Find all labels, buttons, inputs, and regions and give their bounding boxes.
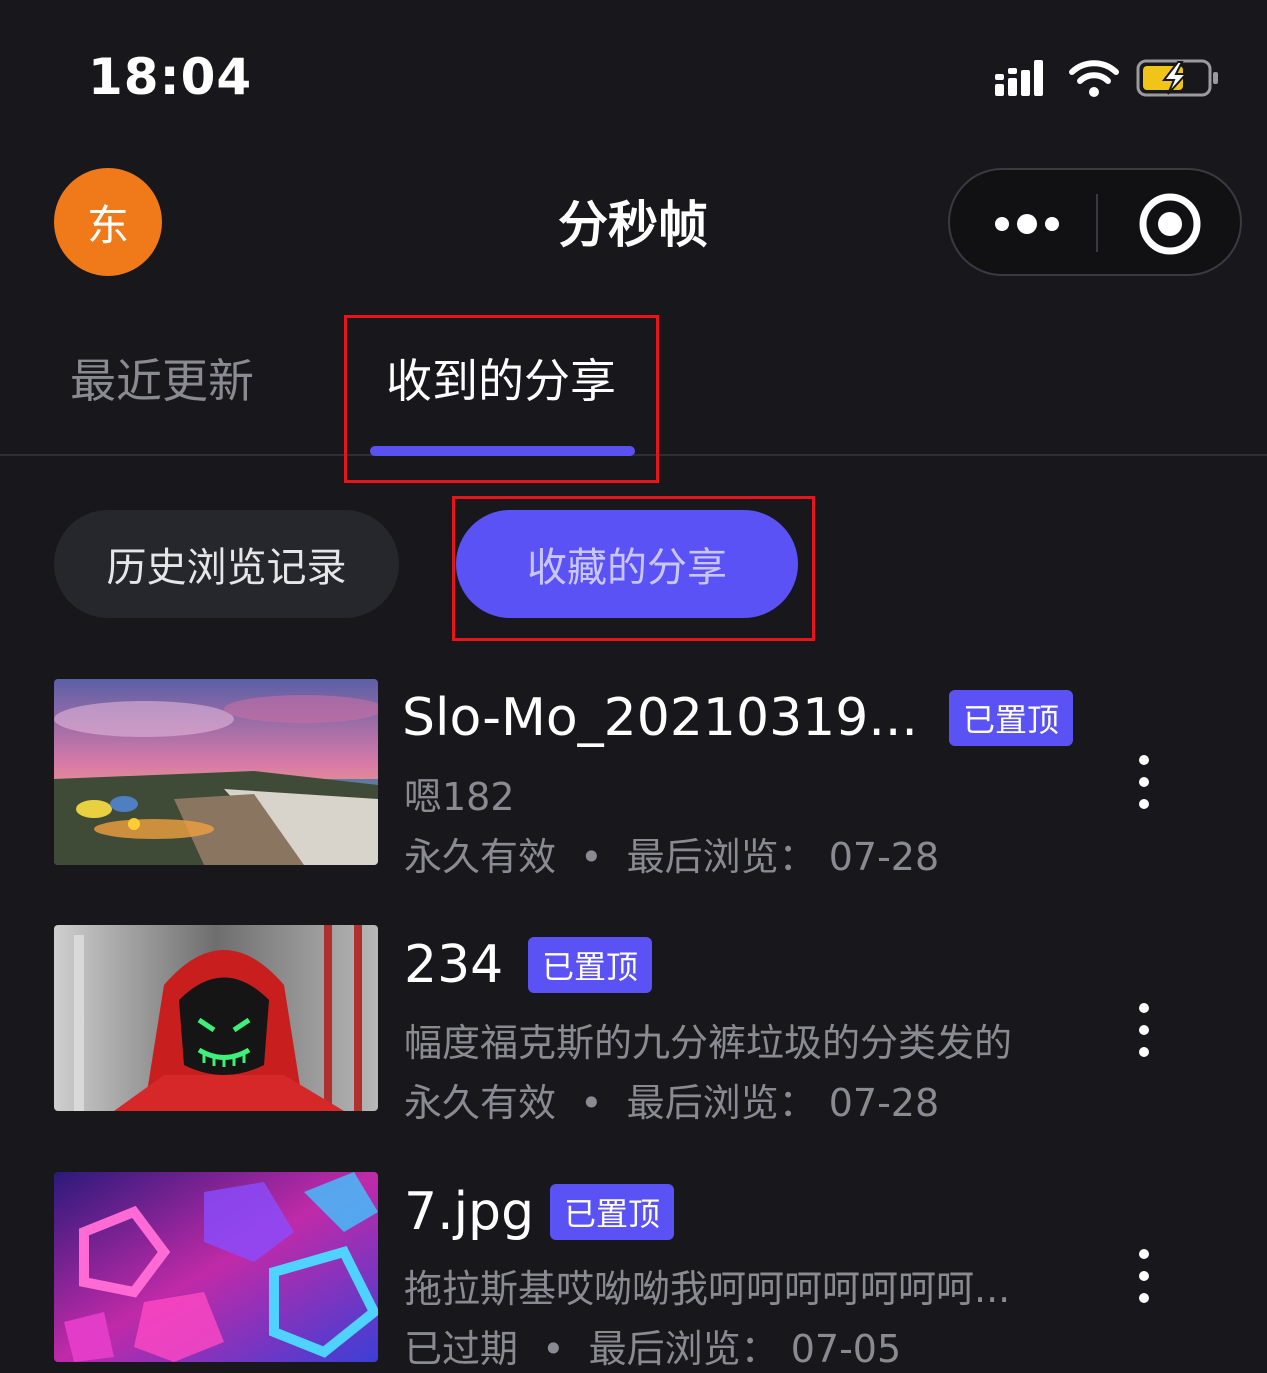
avatar[interactable]: 东 xyxy=(54,168,162,276)
highlight-box-tab xyxy=(344,315,659,483)
validity-status: 永久有效 xyxy=(404,835,557,879)
item-more-icon[interactable] xyxy=(1124,1000,1164,1060)
avatar-initial: 东 xyxy=(86,200,129,250)
validity-status: 永久有效 xyxy=(404,1081,557,1125)
item-thumbnail-abstract[interactable] xyxy=(54,1172,378,1362)
validity-status: 已过期 xyxy=(404,1327,519,1371)
last-viewed-date: 07-05 xyxy=(790,1327,902,1371)
item-description: 幅度福克斯的九分裤垃圾的分类发的 xyxy=(404,1021,1013,1065)
meta-dot: • xyxy=(580,1081,603,1125)
abstract-image xyxy=(54,1172,378,1362)
landscape-image xyxy=(54,679,378,865)
cellular-signal-icon xyxy=(995,60,1043,96)
item-more-icon[interactable] xyxy=(1124,752,1164,812)
capsule-divider xyxy=(1096,194,1098,252)
status-time: 18:04 xyxy=(88,48,253,106)
item-meta: 已过期 • 最后浏览： 07-05 xyxy=(404,1318,901,1373)
item-more-icon[interactable] xyxy=(1124,1246,1164,1306)
item-thumbnail-landscape[interactable] xyxy=(54,679,378,865)
page-title: 分秒帧 xyxy=(558,196,708,254)
last-viewed-label: 最后浏览： xyxy=(626,1081,817,1125)
item-meta: 永久有效 • 最后浏览： 07-28 xyxy=(404,826,939,881)
item-meta: 永久有效 • 最后浏览： 07-28 xyxy=(404,1072,939,1127)
history-filter-label: 历史浏览记录 xyxy=(106,545,347,591)
last-viewed-date: 07-28 xyxy=(828,835,940,879)
item-title[interactable]: Slo-Mo_20210319... xyxy=(402,688,918,748)
item-description: 拖拉斯基哎呦呦我呵呵呵呵呵呵呵... xyxy=(404,1267,1011,1311)
wifi-icon xyxy=(1069,60,1119,97)
history-filter-button[interactable]: 历史浏览记录 xyxy=(54,510,399,618)
pinned-badge: 已置顶 xyxy=(528,937,653,993)
battery-charging-icon xyxy=(1136,59,1218,97)
pinned-badge: 已置顶 xyxy=(550,1184,675,1240)
close-mini-program-icon[interactable] xyxy=(1136,190,1204,258)
pinned-badge: 已置顶 xyxy=(949,690,1074,746)
highlight-box-pill xyxy=(452,496,815,641)
meta-dot: • xyxy=(542,1327,565,1371)
last-viewed-date: 07-28 xyxy=(828,1081,940,1125)
item-title[interactable]: 234 xyxy=(404,935,503,995)
item-description: 嗯182 xyxy=(404,775,515,819)
meta-dot: • xyxy=(580,835,603,879)
last-viewed-label: 最后浏览： xyxy=(626,835,817,879)
hooded-figure-image xyxy=(54,925,378,1111)
last-viewed-label: 最后浏览： xyxy=(588,1327,779,1371)
more-options-icon[interactable] xyxy=(990,200,1070,248)
item-title[interactable]: 7.jpg xyxy=(404,1182,534,1242)
tab-recent-updates[interactable]: 最近更新 xyxy=(70,345,254,411)
item-thumbnail-hooded-figure[interactable] xyxy=(54,925,378,1111)
